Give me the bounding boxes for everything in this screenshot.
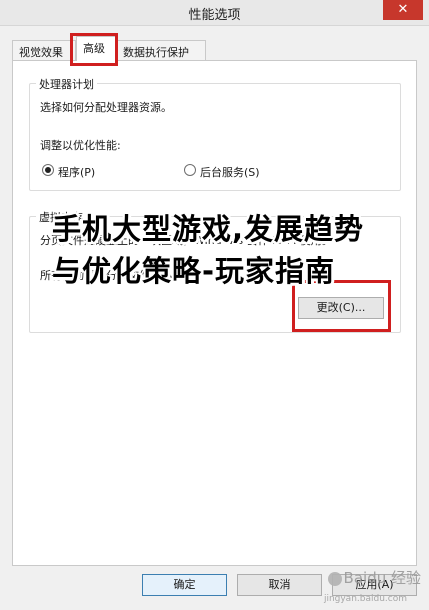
background-services-radio[interactable] — [184, 164, 196, 176]
processor-scheduling-legend: 处理器计划 — [36, 76, 97, 92]
baidu-paw-icon — [327, 571, 342, 586]
adjust-label: 调整以优化性能: — [40, 139, 121, 152]
ok-button[interactable]: 确定 — [142, 574, 227, 596]
programs-radio[interactable] — [42, 164, 54, 176]
processor-scheduling-group: 处理器计划 选择如何分配处理器资源。 调整以优化性能: 程序(P) 后台服务(S… — [29, 76, 401, 191]
watermark-brand: Baidu 经验 — [343, 569, 421, 587]
watermark-url: jingyan.baidu.com — [323, 594, 407, 604]
tab-data-execution-prevention[interactable]: 数据执行保护 — [116, 40, 206, 61]
processor-description: 选择如何分配处理器资源。 — [40, 101, 172, 114]
tab-panel-advanced: 处理器计划 选择如何分配处理器资源。 调整以优化性能: 程序(P) 后台服务(S… — [12, 60, 417, 566]
watermark: Baidu 经验 — [327, 567, 421, 588]
background-services-radio-label[interactable]: 后台服务(S) — [200, 164, 260, 180]
close-button[interactable]: ✕ — [383, 0, 423, 20]
cancel-button[interactable]: 取消 — [237, 574, 322, 596]
title-bar: 性能选项 ✕ — [0, 0, 429, 26]
change-button[interactable]: 更改(C)... — [298, 297, 384, 319]
window-title: 性能选项 — [188, 8, 241, 23]
tab-visual-effects[interactable]: 视觉效果 — [12, 40, 76, 61]
tab-advanced[interactable]: 高级 — [76, 36, 116, 61]
programs-radio-label[interactable]: 程序(P) — [58, 164, 95, 180]
overlay-headline: 手机大型游戏,发展趋势与优化策略-玩家指南 — [52, 212, 365, 288]
